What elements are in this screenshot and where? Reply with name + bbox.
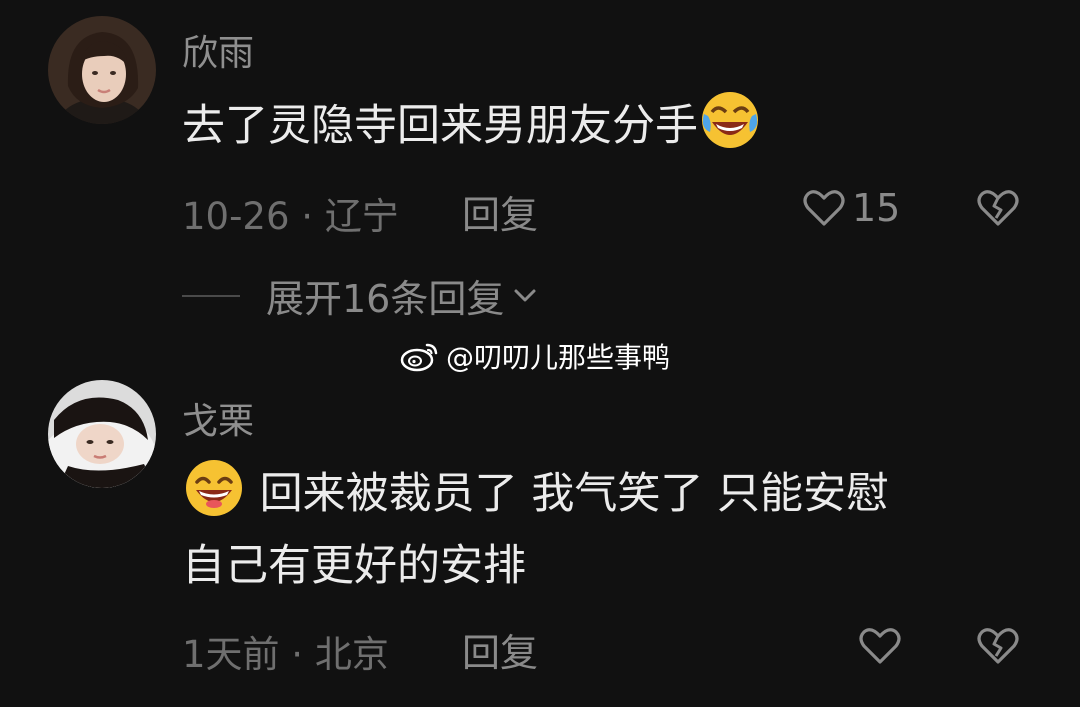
chevron-down-icon bbox=[514, 289, 536, 301]
comment-meta: 1天前 · 北京 bbox=[182, 624, 389, 678]
comment-text-line1: 回来被裁员了 我气笑了 只能安慰 bbox=[259, 469, 890, 519]
avatar[interactable] bbox=[48, 16, 156, 124]
expand-divider bbox=[182, 294, 240, 297]
dislike-broken-heart-icon bbox=[977, 190, 1019, 226]
like-count: 15 bbox=[852, 186, 901, 230]
comment-text: 去了灵隐寺回来男朋友分手 bbox=[182, 88, 762, 162]
heart-icon bbox=[859, 628, 901, 664]
comment-text-content: 去了灵隐寺回来男朋友分手 bbox=[182, 101, 698, 151]
comment-date: 1天前 bbox=[182, 633, 280, 676]
like-button[interactable]: 15 bbox=[800, 184, 900, 232]
weibo-logo bbox=[400, 343, 438, 372]
expand-replies-button[interactable]: 展开16条回复 bbox=[182, 268, 542, 323]
meta-separator: · bbox=[279, 633, 315, 676]
reply-button[interactable]: 回复 bbox=[462, 622, 538, 677]
grinning-squinting-face-icon bbox=[182, 456, 246, 520]
comment-location: 北京 bbox=[314, 633, 389, 676]
comment-text: 回来被裁员了 我气笑了 只能安慰 自己有更好的安排 bbox=[182, 456, 889, 602]
expand-replies-label: 展开16条回复 bbox=[266, 277, 505, 321]
comment-meta: 10-26 · 辽宁 bbox=[182, 186, 399, 240]
watermark-handle: @叨叨儿那些事鸭 bbox=[446, 341, 671, 374]
dislike-button[interactable] bbox=[974, 622, 1022, 674]
heart-icon bbox=[803, 190, 845, 226]
comment-location: 辽宁 bbox=[324, 195, 399, 238]
username[interactable]: 戈栗 bbox=[182, 392, 254, 444]
avatar[interactable] bbox=[48, 380, 156, 488]
username[interactable]: 欣雨 bbox=[182, 24, 254, 76]
meta-separator: · bbox=[289, 195, 325, 238]
comment-text-line2: 自己有更好的安排 bbox=[182, 541, 526, 591]
dislike-button[interactable] bbox=[974, 184, 1022, 236]
face-with-tears-of-joy-icon bbox=[698, 88, 762, 152]
comment-date: 10-26 bbox=[182, 195, 290, 238]
dislike-broken-heart-icon bbox=[977, 628, 1019, 664]
like-button[interactable] bbox=[856, 622, 908, 670]
watermark: @叨叨儿那些事鸭 bbox=[400, 336, 670, 376]
reply-button[interactable]: 回复 bbox=[462, 184, 538, 239]
